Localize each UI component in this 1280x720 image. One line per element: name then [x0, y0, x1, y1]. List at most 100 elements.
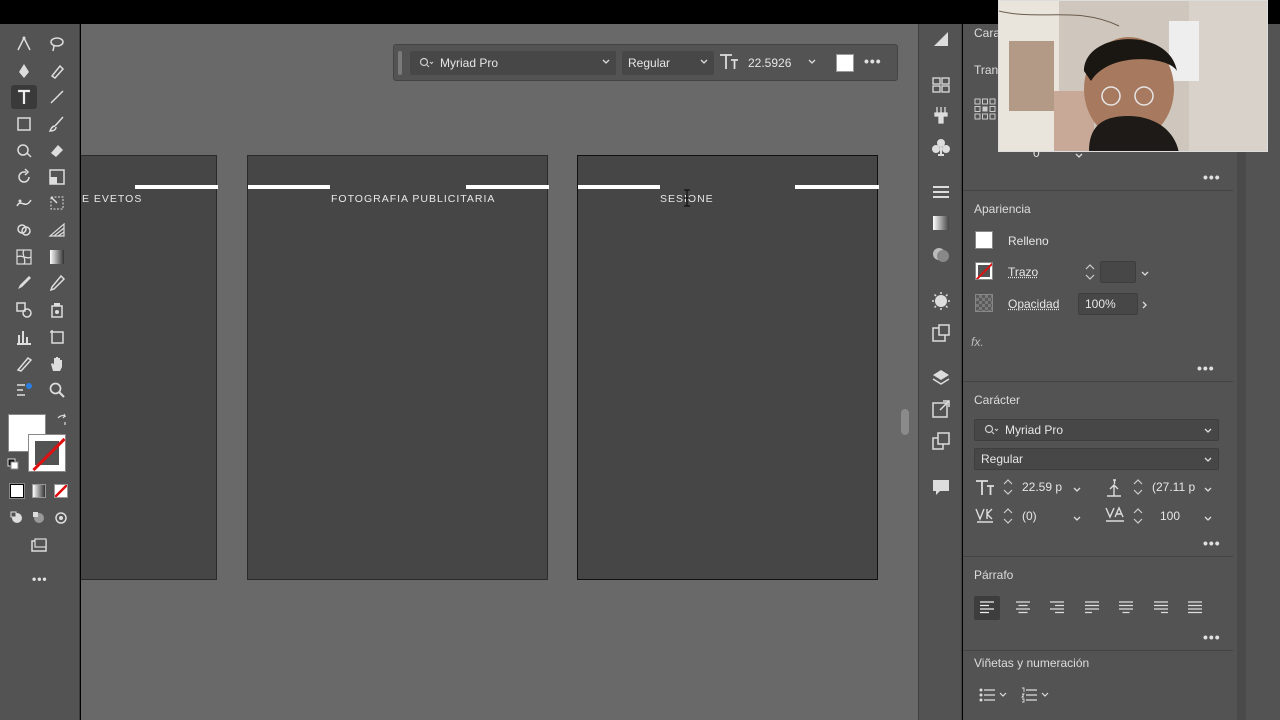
puppet-warp-tool-icon[interactable]: [11, 191, 37, 215]
stroke-none-swatch[interactable]: [975, 262, 993, 280]
slice-tool-icon[interactable]: [11, 352, 37, 376]
edit-toolbar-icon[interactable]: [11, 378, 37, 402]
pen-tool-icon[interactable]: [11, 59, 37, 83]
chevron-down-icon[interactable]: [808, 58, 816, 66]
reference-point-icon[interactable]: [974, 98, 996, 120]
chevron-down-icon[interactable]: [1073, 483, 1081, 492]
more-tools-icon[interactable]: •••: [32, 572, 48, 586]
appearance-panel-icon[interactable]: [930, 290, 952, 312]
bar-grip[interactable]: [398, 51, 402, 75]
free-transform-tool-icon[interactable]: [44, 191, 70, 215]
eyedropper-tool-icon[interactable]: [11, 271, 37, 295]
eraser-tool-icon[interactable]: [44, 138, 70, 162]
opacity-field[interactable]: 100%: [1078, 293, 1138, 315]
column-graph-tool-icon[interactable]: [11, 325, 37, 349]
fill-color-swatch-small[interactable]: [836, 54, 854, 72]
perspective-grid-tool-icon[interactable]: [44, 218, 70, 242]
transparency-panel-icon[interactable]: [930, 244, 952, 266]
stroke-weight-field[interactable]: [1100, 261, 1136, 283]
chevron-down-icon[interactable]: [700, 58, 708, 66]
draw-inside-icon[interactable]: [48, 506, 74, 530]
kerning-field[interactable]: (0): [1016, 505, 1072, 527]
mesh-tool-icon[interactable]: [11, 245, 37, 269]
font-style-field[interactable]: Regular: [622, 51, 714, 75]
font-family-field[interactable]: Myriad Pro: [410, 51, 616, 75]
layers-panel-icon[interactable]: [930, 366, 952, 388]
artboard-1[interactable]: E EVETOS: [81, 155, 218, 580]
lasso-tool-icon[interactable]: [44, 32, 70, 56]
font-size-stepper[interactable]: [1002, 477, 1014, 497]
artboard-3[interactable]: SESIONE: [577, 155, 879, 580]
chevron-down-icon[interactable]: [1141, 267, 1149, 276]
artboard-tool-icon[interactable]: [44, 325, 70, 349]
stroke-label[interactable]: Trazo: [1008, 265, 1038, 279]
artboard-2[interactable]: FOTOGRAFIA PUBLICITARIA: [247, 155, 549, 580]
canvas[interactable]: E EVETOS FOTOGRAFIA PUBLICITARIA SESIONE…: [81, 24, 918, 720]
hand-tool-icon[interactable]: [44, 352, 70, 376]
comments-panel-icon[interactable]: [930, 476, 952, 498]
symbol-sprayer-tool-icon[interactable]: [44, 298, 70, 322]
justify-center-button[interactable]: [1113, 596, 1139, 620]
export-panel-icon[interactable]: [930, 398, 952, 420]
effects-fx-button[interactable]: fx.: [971, 335, 984, 349]
character-font-family-field[interactable]: Myriad Pro: [974, 419, 1219, 441]
anchor-point-tool-icon[interactable]: [44, 59, 70, 83]
scale-tool-icon[interactable]: [44, 165, 70, 189]
align-center-button[interactable]: [1010, 596, 1036, 620]
chevron-down-icon[interactable]: [1204, 427, 1212, 435]
character-font-size-field[interactable]: 22.59 p: [1016, 476, 1072, 498]
stroke-weight-stepper[interactable]: [1084, 262, 1096, 282]
properties-panel-icon[interactable]: [930, 28, 952, 50]
numbered-list-icon[interactable]: [1021, 687, 1051, 703]
stroke-color-swatch[interactable]: [28, 434, 66, 472]
brushes-panel-icon[interactable]: [930, 104, 952, 126]
libraries-panel-icon[interactable]: [930, 74, 952, 96]
rectangle-tool-icon[interactable]: [11, 112, 37, 136]
font-size-field[interactable]: 22.5926: [742, 51, 822, 75]
kerning-stepper[interactable]: [1002, 506, 1014, 526]
artboard-title[interactable]: E EVETOS: [82, 193, 142, 205]
justify-all-button[interactable]: [1182, 596, 1208, 620]
more-options-icon[interactable]: •••: [864, 53, 882, 69]
character-more-options-icon[interactable]: •••: [1203, 535, 1221, 551]
symbols-panel-icon[interactable]: [930, 136, 952, 158]
gradient-panel-icon[interactable]: [930, 212, 952, 234]
vertical-scrollbar-thumb[interactable]: [901, 409, 909, 435]
shaper-tool-icon[interactable]: [11, 138, 37, 162]
type-tool-icon[interactable]: [11, 85, 37, 109]
gradient-tool-icon[interactable]: [44, 245, 70, 269]
paintbrush-tool-icon[interactable]: [44, 112, 70, 136]
align-right-button[interactable]: [1044, 596, 1070, 620]
artboard-title[interactable]: FOTOGRAFIA PUBLICITARIA: [331, 193, 495, 205]
blend-tool-icon[interactable]: [11, 298, 37, 322]
bullet-list-icon[interactable]: [979, 687, 1009, 703]
measure-tool-icon[interactable]: [44, 271, 70, 295]
character-font-style-field[interactable]: Regular: [974, 448, 1219, 470]
chevron-down-icon[interactable]: [1073, 512, 1081, 521]
chevron-right-icon[interactable]: [1141, 298, 1149, 309]
screen-mode-icon[interactable]: [26, 534, 52, 558]
appearance-more-options-icon[interactable]: •••: [1197, 360, 1215, 376]
chevron-down-icon[interactable]: [1204, 512, 1212, 521]
chevron-down-icon[interactable]: [602, 58, 610, 66]
leading-field[interactable]: (27.11 p: [1146, 476, 1202, 498]
zoom-tool-icon[interactable]: [44, 378, 70, 402]
transform-more-options-icon[interactable]: •••: [1203, 169, 1221, 185]
none-mode-icon[interactable]: [54, 484, 68, 498]
tracking-field[interactable]: 100: [1154, 505, 1202, 527]
artboards-panel-icon[interactable]: [930, 430, 952, 452]
chevron-down-icon[interactable]: [1204, 483, 1212, 492]
leading-stepper[interactable]: [1132, 477, 1144, 497]
default-colors-icon[interactable]: [7, 458, 19, 470]
asset-export-panel-icon[interactable]: [930, 322, 952, 344]
rotate-tool-icon[interactable]: [11, 165, 37, 189]
opacity-label[interactable]: Opacidad: [1008, 297, 1059, 311]
gradient-mode-icon[interactable]: [32, 484, 46, 498]
color-mode-icon[interactable]: [9, 483, 25, 499]
justify-right-button[interactable]: [1148, 596, 1174, 620]
line-tool-icon[interactable]: [44, 85, 70, 109]
shape-builder-tool-icon[interactable]: [11, 218, 37, 242]
swap-fill-stroke-icon[interactable]: [55, 413, 69, 427]
stroke-panel-icon[interactable]: [930, 182, 952, 204]
chevron-down-icon[interactable]: [1204, 456, 1212, 464]
